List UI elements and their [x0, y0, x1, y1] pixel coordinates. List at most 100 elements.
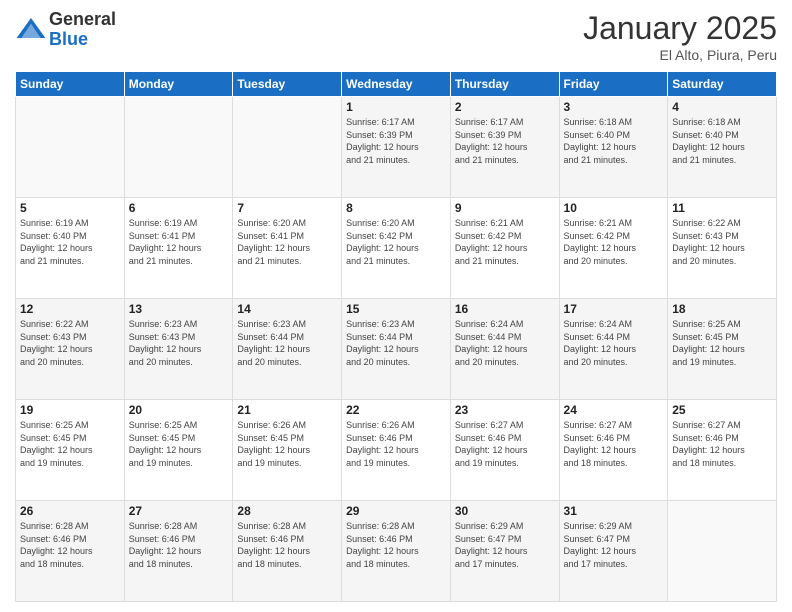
day-info: Sunrise: 6:26 AM Sunset: 6:45 PM Dayligh… [237, 419, 337, 469]
day-cell: 21 Sunrise: 6:26 AM Sunset: 6:45 PM Dayli… [233, 400, 342, 501]
day-cell: 18 Sunrise: 6:25 AM Sunset: 6:45 PM Dayli… [668, 299, 777, 400]
day-number: 26 [20, 504, 120, 518]
day-cell: 24 Sunrise: 6:27 AM Sunset: 6:46 PM Dayli… [559, 400, 668, 501]
week-row-0: 1 Sunrise: 6:17 AM Sunset: 6:39 PM Daylig… [16, 97, 777, 198]
day-info: Sunrise: 6:26 AM Sunset: 6:46 PM Dayligh… [346, 419, 446, 469]
day-cell: 15Sunrise: 6:23 AM Sunset: 6:44 PM Dayli… [342, 299, 451, 400]
day-number: 19 [20, 403, 120, 417]
day-number: 8 [346, 201, 446, 215]
day-info: Sunrise: 6:17 AM Sunset: 6:39 PM Dayligh… [455, 116, 555, 166]
day-number: 30 [455, 504, 555, 518]
header-day-sunday: Sunday [16, 72, 125, 97]
day-info: Sunrise: 6:21 AM Sunset: 6:42 PM Dayligh… [564, 217, 664, 267]
week-row-4: 26 Sunrise: 6:28 AM Sunset: 6:46 PM Dayli… [16, 501, 777, 602]
day-number: 21 [237, 403, 337, 417]
day-cell [124, 97, 233, 198]
day-cell: 10Sunrise: 6:21 AM Sunset: 6:42 PM Dayli… [559, 198, 668, 299]
day-number: 6 [129, 201, 229, 215]
day-info: Sunrise: 6:28 AM Sunset: 6:46 PM Dayligh… [129, 520, 229, 570]
day-cell: 5 Sunrise: 6:19 AM Sunset: 6:40 PM Daylig… [16, 198, 125, 299]
logo-general: General [49, 10, 116, 30]
day-number: 24 [564, 403, 664, 417]
day-info: Sunrise: 6:27 AM Sunset: 6:46 PM Dayligh… [564, 419, 664, 469]
day-info: Sunrise: 6:19 AM Sunset: 6:40 PM Dayligh… [20, 217, 120, 267]
day-cell: 30 Sunrise: 6:29 AM Sunset: 6:47 PM Dayli… [450, 501, 559, 602]
day-cell: 20 Sunrise: 6:25 AM Sunset: 6:45 PM Dayli… [124, 400, 233, 501]
header-day-monday: Monday [124, 72, 233, 97]
day-number: 11 [672, 201, 772, 215]
week-row-1: 5 Sunrise: 6:19 AM Sunset: 6:40 PM Daylig… [16, 198, 777, 299]
day-info: Sunrise: 6:20 AM Sunset: 6:42 PM Dayligh… [346, 217, 446, 267]
day-cell: 19 Sunrise: 6:25 AM Sunset: 6:45 PM Dayli… [16, 400, 125, 501]
day-info: Sunrise: 6:21 AM Sunset: 6:42 PM Dayligh… [455, 217, 555, 267]
day-cell: 1Sunrise: 6:17 AM Sunset: 6:39 PM Daylig… [342, 97, 451, 198]
day-number: 18 [672, 302, 772, 316]
day-info: Sunrise: 6:23 AM Sunset: 6:44 PM Dayligh… [237, 318, 337, 368]
day-info: Sunrise: 6:25 AM Sunset: 6:45 PM Dayligh… [672, 318, 772, 368]
header-day-wednesday: Wednesday [342, 72, 451, 97]
day-number: 9 [455, 201, 555, 215]
header-day-tuesday: Tuesday [233, 72, 342, 97]
day-cell: 27 Sunrise: 6:28 AM Sunset: 6:46 PM Dayli… [124, 501, 233, 602]
day-number: 2 [455, 100, 555, 114]
logo-blue: Blue [49, 30, 116, 50]
day-info: Sunrise: 6:25 AM Sunset: 6:45 PM Dayligh… [129, 419, 229, 469]
day-cell: 31 Sunrise: 6:29 AM Sunset: 6:47 PM Dayli… [559, 501, 668, 602]
day-number: 17 [564, 302, 664, 316]
day-info: Sunrise: 6:24 AM Sunset: 6:44 PM Dayligh… [455, 318, 555, 368]
day-info: Sunrise: 6:29 AM Sunset: 6:47 PM Dayligh… [455, 520, 555, 570]
day-info: Sunrise: 6:27 AM Sunset: 6:46 PM Dayligh… [672, 419, 772, 469]
header-row: SundayMondayTuesdayWednesdayThursdayFrid… [16, 72, 777, 97]
day-info: Sunrise: 6:23 AM Sunset: 6:43 PM Dayligh… [129, 318, 229, 368]
day-info: Sunrise: 6:25 AM Sunset: 6:45 PM Dayligh… [20, 419, 120, 469]
day-number: 28 [237, 504, 337, 518]
day-cell [233, 97, 342, 198]
day-info: Sunrise: 6:18 AM Sunset: 6:40 PM Dayligh… [564, 116, 664, 166]
week-row-3: 19 Sunrise: 6:25 AM Sunset: 6:45 PM Dayli… [16, 400, 777, 501]
day-number: 16 [455, 302, 555, 316]
day-info: Sunrise: 6:22 AM Sunset: 6:43 PM Dayligh… [672, 217, 772, 267]
day-cell: 26Sunrise: 6:28 AM Sunset: 6:46 PM Dayli… [16, 501, 125, 602]
day-info: Sunrise: 6:28 AM Sunset: 6:46 PM Dayligh… [346, 520, 446, 570]
day-number: 12 [20, 302, 120, 316]
day-info: Sunrise: 6:28 AM Sunset: 6:46 PM Dayligh… [237, 520, 337, 570]
day-number: 15 [346, 302, 446, 316]
day-cell: 2 Sunrise: 6:17 AM Sunset: 6:39 PM Daylig… [450, 97, 559, 198]
day-number: 7 [237, 201, 337, 215]
logo-text: General Blue [49, 10, 116, 50]
day-cell: 28 Sunrise: 6:28 AM Sunset: 6:46 PM Dayli… [233, 501, 342, 602]
day-number: 3 [564, 100, 664, 114]
day-cell: 8 Sunrise: 6:20 AM Sunset: 6:42 PM Daylig… [342, 198, 451, 299]
day-cell: 7 Sunrise: 6:20 AM Sunset: 6:41 PM Daylig… [233, 198, 342, 299]
location: El Alto, Piura, Peru [583, 47, 777, 63]
header-day-friday: Friday [559, 72, 668, 97]
day-info: Sunrise: 6:29 AM Sunset: 6:47 PM Dayligh… [564, 520, 664, 570]
day-info: Sunrise: 6:27 AM Sunset: 6:46 PM Dayligh… [455, 419, 555, 469]
day-cell: 14 Sunrise: 6:23 AM Sunset: 6:44 PM Dayli… [233, 299, 342, 400]
day-number: 1 [346, 100, 446, 114]
day-cell [16, 97, 125, 198]
day-number: 31 [564, 504, 664, 518]
calendar-header: SundayMondayTuesdayWednesdayThursdayFrid… [16, 72, 777, 97]
day-cell [668, 501, 777, 602]
header: General Blue January 2025 El Alto, Piura… [15, 10, 777, 63]
page: General Blue January 2025 El Alto, Piura… [0, 0, 792, 612]
day-number: 27 [129, 504, 229, 518]
day-cell: 12 Sunrise: 6:22 AM Sunset: 6:43 PM Dayli… [16, 299, 125, 400]
day-cell: 25Sunrise: 6:27 AM Sunset: 6:46 PM Dayli… [668, 400, 777, 501]
logo-icon [15, 14, 47, 46]
day-cell: 9 Sunrise: 6:21 AM Sunset: 6:42 PM Daylig… [450, 198, 559, 299]
day-number: 23 [455, 403, 555, 417]
day-number: 5 [20, 201, 120, 215]
day-cell: 13Sunrise: 6:23 AM Sunset: 6:43 PM Dayli… [124, 299, 233, 400]
month-title: January 2025 [583, 10, 777, 47]
title-section: January 2025 El Alto, Piura, Peru [583, 10, 777, 63]
day-info: Sunrise: 6:20 AM Sunset: 6:41 PM Dayligh… [237, 217, 337, 267]
day-cell: 6Sunrise: 6:19 AM Sunset: 6:41 PM Daylig… [124, 198, 233, 299]
day-number: 14 [237, 302, 337, 316]
day-number: 22 [346, 403, 446, 417]
day-info: Sunrise: 6:22 AM Sunset: 6:43 PM Dayligh… [20, 318, 120, 368]
day-cell: 4Sunrise: 6:18 AM Sunset: 6:40 PM Daylig… [668, 97, 777, 198]
day-cell: 3 Sunrise: 6:18 AM Sunset: 6:40 PM Daylig… [559, 97, 668, 198]
day-number: 20 [129, 403, 229, 417]
